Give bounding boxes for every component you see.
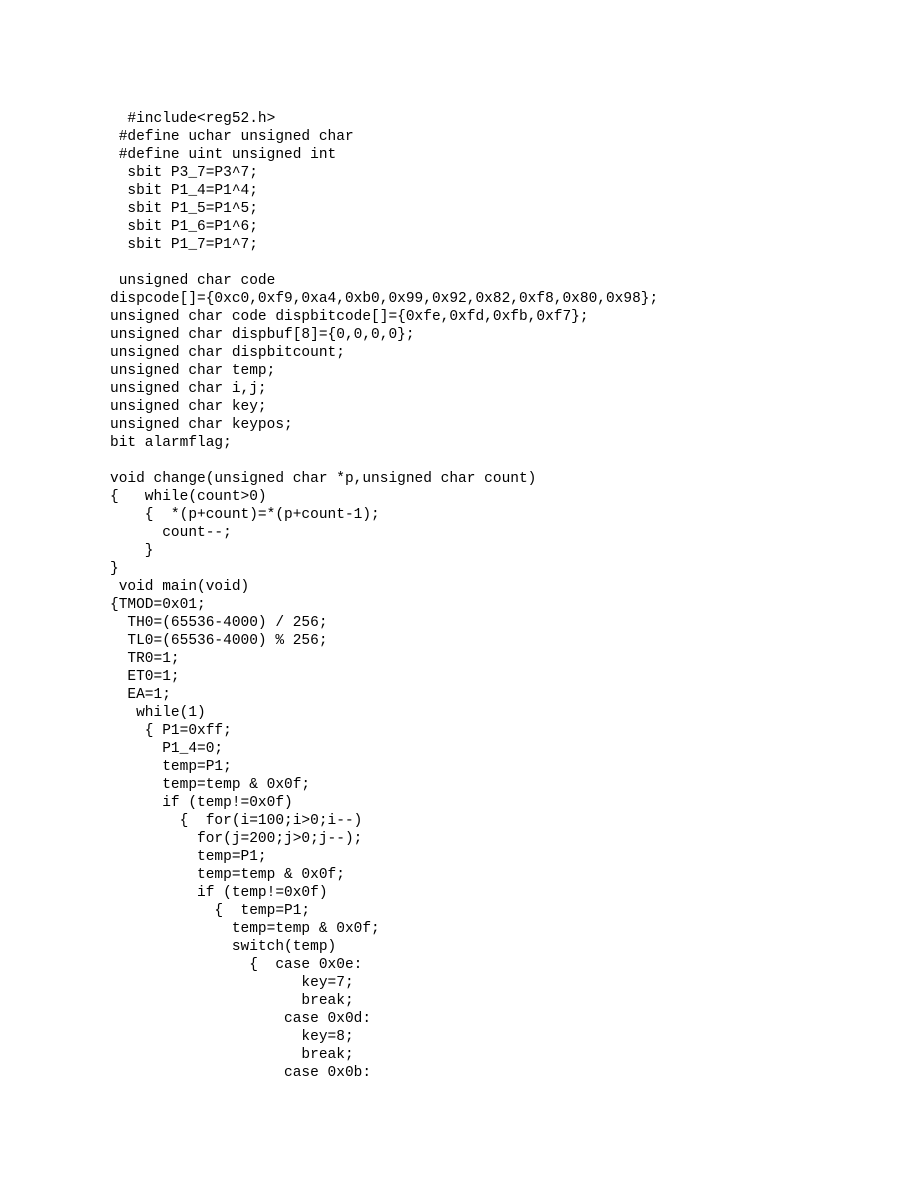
code-block: #include<reg52.h> #define uchar unsigned…: [110, 111, 658, 1081]
code-page: #include<reg52.h> #define uchar unsigned…: [0, 0, 920, 1082]
